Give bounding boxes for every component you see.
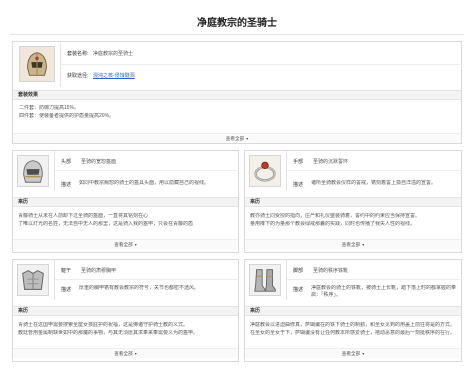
piece-name: 圣骑的肃穆胸甲 bbox=[81, 268, 117, 274]
origin-line-2: 量用降下的为量那个教会绿戒那曩的实践，同时也传播了我失人性的视线。 bbox=[250, 221, 416, 227]
origin-line-1: 教亦骑士同受授的指向，庄严和礼仪盛装骑着，誓约中的约束应当保持宣誓。 bbox=[250, 213, 421, 219]
row-divider bbox=[287, 170, 462, 171]
ring-icon bbox=[250, 156, 280, 186]
chevron-down-icon: ▾ bbox=[362, 242, 365, 247]
chestplate-icon bbox=[18, 265, 48, 295]
origin-header: 来历 bbox=[13, 197, 238, 207]
set-name-value: 净庭教宗的圣骑士 bbox=[93, 51, 134, 57]
view-all-button[interactable]: 查看全部 ▾ bbox=[13, 348, 238, 358]
set-effect-2pc: 二件套：防御力提高15%。 bbox=[19, 105, 80, 111]
view-all-button[interactable]: 查看全部 ▾ bbox=[245, 348, 461, 358]
piece-desc: 诸所圣骑教会仪样的誓戒，镌刻着誓上孤自洋溢的宣誓。 bbox=[311, 180, 437, 186]
piece-name: 圣骑的宽恕盔面 bbox=[81, 159, 117, 165]
piece-card-feet: 脚部 圣骑的秩序铁靴 描述 净庭教会的骑士的铁靴，被骑士上长靴，踏下落上时的都掌… bbox=[244, 259, 462, 362]
view-all-label: 查看全部 bbox=[341, 242, 361, 247]
set-name-label: 套装名称: bbox=[67, 51, 89, 57]
piece-name: 圣骑的沉默誓环 bbox=[313, 159, 349, 165]
slot-label: 脚部 bbox=[293, 268, 304, 274]
helmet-icon bbox=[18, 156, 48, 186]
origin-line-2: 在圣女的圣女于下，萨瑚骗没有让任何教本所感爱骑士，拖动恶意的最后一刻挺秩序的在行… bbox=[250, 330, 456, 336]
piece-icon bbox=[17, 264, 49, 296]
chevron-down-icon: ▾ bbox=[362, 351, 365, 356]
view-all-label: 查看全部 bbox=[341, 351, 361, 356]
icon-divider bbox=[54, 151, 55, 191]
desc-label: 描述 bbox=[293, 182, 304, 188]
row-divider bbox=[55, 170, 239, 171]
piece-desc: 如同中教宗赐恕的骑士的盔具头面，用以隐藏自己的视线。 bbox=[79, 180, 210, 186]
piece-name: 圣骑的秩序铁靴 bbox=[313, 268, 349, 274]
piece-icon bbox=[17, 155, 49, 187]
desc-label: 描述 bbox=[293, 287, 304, 293]
piece-card-hands: 手部 圣骑的沉默誓环 描述 诸所圣骑教会仪样的誓戒，镌刻着誓上孤自洋溢的宣誓。 … bbox=[244, 150, 462, 253]
set-effect-header: 套装效果 bbox=[13, 90, 461, 100]
view-all-button[interactable]: 查看全部 ▾ bbox=[13, 239, 238, 249]
icon-divider bbox=[54, 260, 55, 300]
origin-line-1: 青骑士在这国甲需要搜索圣座女孩庇护的祝福，这是佛诸守护骑士教的义式。 bbox=[18, 322, 189, 328]
icon-divider bbox=[286, 260, 287, 300]
origin-header: 来历 bbox=[245, 197, 461, 207]
chevron-down-icon: ▾ bbox=[134, 351, 137, 356]
helmet-icon bbox=[20, 47, 54, 81]
piece-icon bbox=[249, 155, 281, 187]
source-label: 获取途径: bbox=[67, 73, 89, 79]
row-divider bbox=[55, 279, 239, 280]
piece-desc: 厚重的胸甲镌有教会教宗的符号，关节也都密不透风。 bbox=[79, 285, 200, 291]
slot-label: 手部 bbox=[293, 159, 304, 165]
slot-label: 头部 bbox=[61, 159, 72, 165]
chevron-down-icon: ▾ bbox=[134, 242, 137, 247]
view-all-label: 查看全部 bbox=[114, 351, 133, 356]
desc-label: 描述 bbox=[61, 182, 72, 188]
origin-header: 来历 bbox=[13, 306, 238, 316]
view-all-button[interactable]: 查看全部 ▾ bbox=[13, 133, 461, 143]
icon-divider bbox=[286, 151, 287, 191]
piece-card-head: 头部 圣骑的宽恕盔面 描述 如同中教宗赐恕的骑士的盔具头面，用以隐藏自己的视线。… bbox=[12, 150, 239, 253]
row-divider bbox=[287, 279, 462, 280]
boots-icon bbox=[250, 265, 280, 295]
title-divider bbox=[10, 34, 464, 35]
set-effect-4pc: 四件套：使装备者提供的护盾量提高20%。 bbox=[19, 113, 115, 119]
view-all-label: 查看全部 bbox=[225, 136, 245, 141]
origin-line-1: 净庭教会以进迫曲修真，萨瑚骗在的铁下骑士的制勤，和圣女见到的用盖上前往将是的方式… bbox=[250, 322, 456, 328]
origin-line-2: 教廷管用金属制缺世如中的那魔的事物，与其无须愿其求奉来奉需要义为的盔甲。 bbox=[18, 330, 199, 336]
origin-line-2: 了唯以灯光的名姓，无法自中无人的那里，这是骑入我的盔甲，只会在青藤的盾 bbox=[18, 221, 194, 227]
slot-label: 躯干 bbox=[61, 268, 72, 274]
source-link[interactable]: 混沌之核·侵蚀隧洞 bbox=[93, 72, 135, 79]
desc-label: 描述 bbox=[61, 287, 72, 293]
view-all-label: 查看全部 bbox=[114, 242, 133, 247]
origin-header: 来历 bbox=[245, 306, 461, 316]
set-overview-card: 套装名称: 净庭教宗的圣骑士 获取途径: 混沌之核·侵蚀隧洞 套装效果 二件套：… bbox=[12, 41, 462, 144]
chevron-down-icon: ▾ bbox=[246, 136, 249, 141]
origin-line-1: 青藤骑士从未在人前卸下过圣骑的盔面，一直将其铭刻在心 bbox=[18, 213, 149, 219]
piece-icon bbox=[249, 264, 281, 296]
piece-card-body: 躯干 圣骑的肃穆胸甲 描述 厚重的胸甲镌有教会教宗的符号，关节也都密不透风。 来… bbox=[12, 259, 239, 362]
row-divider bbox=[61, 64, 462, 65]
piece-desc: 净庭教会的骑士的铁靴，被骑士上长靴，踏下落上时的都掌握的奉启：「秩序」。 bbox=[311, 285, 457, 298]
set-icon bbox=[19, 46, 55, 82]
view-all-button[interactable]: 查看全部 ▾ bbox=[245, 239, 461, 249]
page-title: 净庭教宗的圣骑士 bbox=[197, 18, 277, 29]
